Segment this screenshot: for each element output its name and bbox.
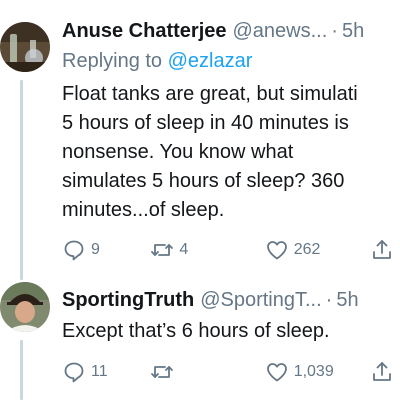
share-button[interactable] (370, 238, 394, 262)
replying-to-line: Replying to @ezlazar (62, 48, 400, 74)
share-icon (373, 240, 391, 259)
tweet-actions: 11 1,039 (62, 360, 394, 384)
reply-count: 9 (91, 241, 100, 258)
avatar[interactable] (0, 282, 50, 332)
like-button[interactable]: 1,039 (265, 360, 370, 384)
tweet-text: Except that’s 6 hours of sleep. (62, 320, 330, 342)
reply-button[interactable]: 9 (62, 238, 150, 262)
share-icon (373, 362, 391, 381)
retweet-icon (151, 244, 174, 256)
tweet-text: Float tanks are great, but simulati 5 ho… (62, 83, 358, 221)
replying-to-label: Replying to (62, 50, 163, 72)
separator-dot: · (325, 289, 333, 311)
like-button[interactable]: 262 (265, 238, 370, 262)
retweet-button[interactable] (150, 360, 264, 384)
author-name[interactable]: SportingTruth (62, 287, 194, 313)
separator-dot: · (331, 20, 338, 42)
author-handle[interactable]: @anews... (233, 18, 328, 44)
reply-button[interactable]: 11 (62, 360, 150, 384)
avatar[interactable] (0, 22, 50, 72)
timestamp[interactable]: 5h (336, 287, 358, 313)
like-icon (266, 363, 287, 382)
reply-icon (64, 240, 84, 261)
share-button[interactable] (370, 360, 394, 384)
retweet-count: 4 (179, 241, 189, 258)
thread-line (20, 80, 23, 280)
retweet-icon (151, 366, 174, 378)
like-count: 1,039 (293, 363, 334, 380)
replying-to-mention[interactable]: @ezlazar (168, 50, 253, 72)
timestamp[interactable]: 5h (342, 18, 364, 44)
author-name[interactable]: Anuse Chatterjee (62, 18, 227, 44)
like-icon (266, 241, 287, 260)
thread-line (20, 340, 23, 400)
author-handle[interactable]: @SportingT... (200, 287, 321, 313)
retweet-button[interactable]: 4 (150, 238, 264, 262)
like-count: 262 (293, 241, 321, 258)
reply-count: 11 (91, 363, 108, 380)
reply-icon (64, 362, 84, 383)
tweet-actions: 9 4 262 (62, 238, 394, 262)
